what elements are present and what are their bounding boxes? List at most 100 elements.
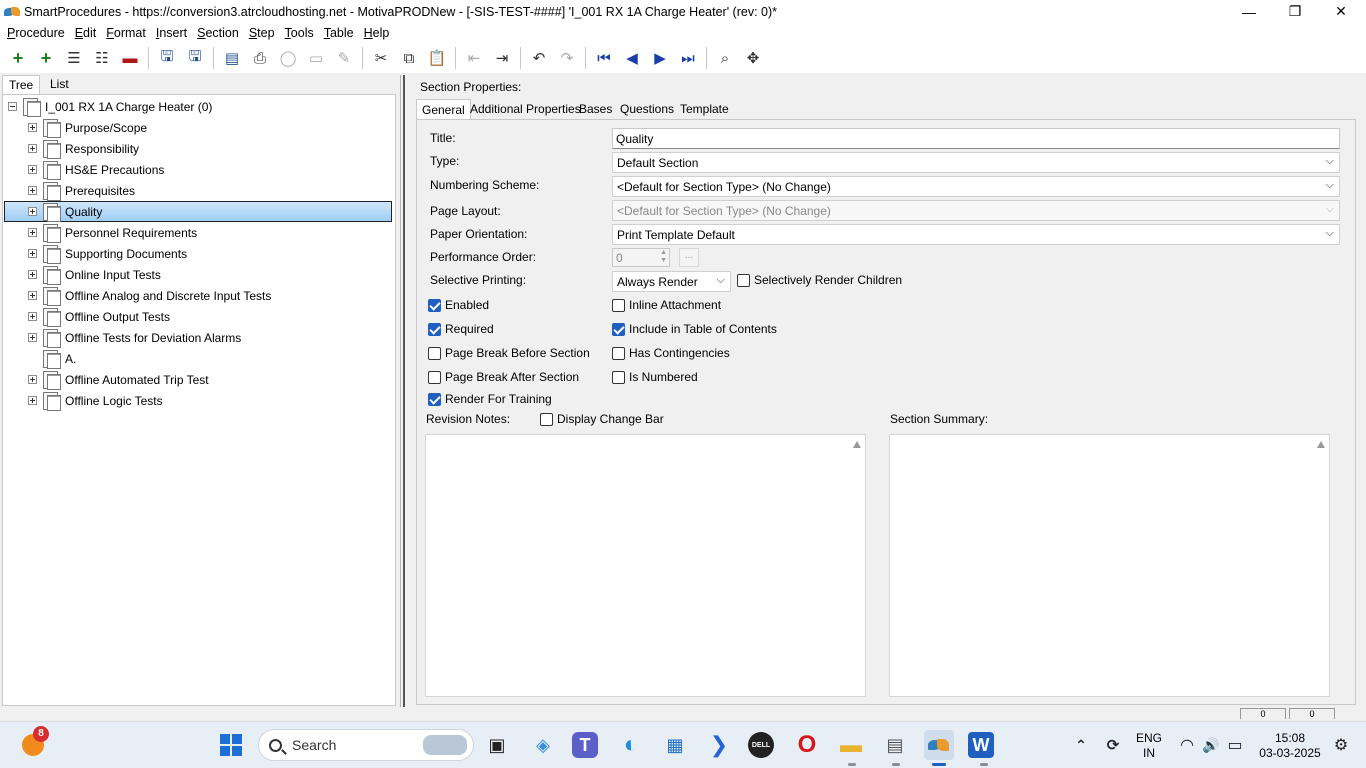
- expand-toggle-icon[interactable]: [28, 270, 37, 279]
- previous-icon[interactable]: ◀: [621, 47, 643, 69]
- chevron-up-icon[interactable]: ⌃: [1066, 730, 1096, 760]
- menu-table[interactable]: Table: [319, 26, 359, 40]
- checkbox-checked[interactable]: [428, 322, 441, 336]
- tree-item-supporting-documents[interactable]: Supporting Documents: [28, 243, 187, 264]
- checkbox-checked[interactable]: [612, 322, 625, 336]
- copilot-icon[interactable]: ◈: [528, 730, 558, 760]
- network-icon[interactable]: ⟳: [1098, 730, 1128, 760]
- selective-printing-select[interactable]: Always Render ⌵: [612, 271, 731, 292]
- tree-item-offline-analog-discrete[interactable]: Offline Analog and Discrete Input Tests: [28, 285, 271, 306]
- collapse-icon[interactable]: ☰: [63, 47, 85, 69]
- close-button[interactable]: ✕: [1318, 0, 1364, 23]
- tree-item-offline-logic-tests[interactable]: Offline Logic Tests: [28, 390, 163, 411]
- expand-toggle-icon[interactable]: [28, 291, 37, 300]
- remote-icon[interactable]: ❯: [704, 730, 734, 760]
- checkbox-unchecked[interactable]: [428, 370, 441, 384]
- tree-item-personnel-requirements[interactable]: Personnel Requirements: [28, 222, 197, 243]
- menu-section[interactable]: Section: [192, 26, 244, 40]
- page-break-after-checkbox[interactable]: Page Break After Section: [428, 370, 579, 384]
- type-select[interactable]: Default Section ⌵: [612, 152, 1340, 173]
- tree-item-responsibility[interactable]: Responsibility: [28, 138, 139, 159]
- save-icon[interactable]: 🖫: [184, 47, 206, 69]
- tree-root[interactable]: I_001 RX 1A Charge Heater (0): [8, 96, 212, 117]
- menu-insert[interactable]: Insert: [151, 26, 192, 40]
- is-numbered-checkbox[interactable]: Is Numbered: [612, 370, 698, 384]
- smartprocedures-icon[interactable]: [924, 730, 954, 760]
- expand-toggle-icon[interactable]: [28, 375, 37, 384]
- copy-icon[interactable]: ⧉: [398, 47, 420, 69]
- render-for-training-checkbox[interactable]: Render For Training: [428, 392, 552, 406]
- taskbar-search[interactable]: Search: [258, 729, 474, 761]
- tree-item-offline-output-tests[interactable]: Offline Output Tests: [28, 306, 170, 327]
- print-icon[interactable]: ⎙: [249, 47, 271, 69]
- revision-notes-textarea[interactable]: [425, 434, 866, 697]
- checkbox-unchecked[interactable]: [428, 346, 441, 360]
- checkbox-unchecked[interactable]: [612, 346, 625, 360]
- expand-toggle-icon[interactable]: [28, 186, 37, 195]
- publish-icon[interactable]: ▤: [221, 47, 243, 69]
- contacts-icon[interactable]: ▤: [880, 730, 910, 760]
- teams-icon[interactable]: T: [572, 732, 598, 758]
- save-all-icon[interactable]: 🖫: [156, 47, 178, 69]
- last-icon[interactable]: ⏭: [677, 47, 699, 69]
- inline-attachment-checkbox[interactable]: Inline Attachment: [612, 298, 721, 312]
- opera-icon[interactable]: O: [792, 730, 822, 760]
- tab-tree[interactable]: Tree: [2, 75, 41, 95]
- maximize-button[interactable]: ❐: [1272, 0, 1318, 23]
- panel-splitter[interactable]: [398, 75, 408, 707]
- minimize-button[interactable]: —: [1226, 0, 1272, 23]
- tree-item-quality[interactable]: Quality: [28, 201, 102, 222]
- menu-edit[interactable]: Edit: [70, 26, 102, 40]
- add-icon[interactable]: +: [7, 47, 29, 69]
- file-explorer-icon[interactable]: ▬: [836, 730, 866, 760]
- find-icon[interactable]: ⌕: [714, 47, 736, 69]
- enabled-checkbox[interactable]: Enabled: [428, 298, 489, 312]
- expand-toggle-icon[interactable]: [28, 228, 37, 237]
- tab-bases[interactable]: Bases: [574, 99, 617, 119]
- scroll-up-icon[interactable]: [853, 441, 861, 448]
- checkbox-unchecked[interactable]: [737, 273, 750, 287]
- tree-item-hse-precautions[interactable]: HS&E Precautions: [28, 159, 164, 180]
- add-child-icon[interactable]: +: [35, 47, 57, 69]
- tree-item-a[interactable]: A.: [41, 348, 76, 369]
- checkbox-checked[interactable]: [428, 298, 441, 312]
- windows-start-icon[interactable]: [220, 734, 242, 756]
- expand-toggle-icon[interactable]: [28, 249, 37, 258]
- expand-toggle-icon[interactable]: [28, 312, 37, 321]
- first-icon[interactable]: ⏮: [593, 47, 615, 69]
- menu-help[interactable]: Help: [359, 26, 395, 40]
- expand-toggle-icon[interactable]: [28, 333, 37, 342]
- weather-icon[interactable]: 8: [18, 726, 49, 760]
- tab-questions[interactable]: Questions: [615, 99, 679, 119]
- checkbox-unchecked[interactable]: [612, 298, 625, 312]
- include-toc-checkbox[interactable]: Include in Table of Contents: [612, 322, 777, 336]
- checkbox-unchecked[interactable]: [540, 412, 553, 426]
- selectively-render-children-checkbox[interactable]: Selectively Render Children: [737, 273, 902, 287]
- page-break-before-checkbox[interactable]: Page Break Before Section: [428, 346, 590, 360]
- expand-toggle-icon[interactable]: [28, 207, 37, 216]
- word-icon[interactable]: W: [968, 732, 994, 758]
- store-icon[interactable]: ▦: [660, 730, 690, 760]
- collapse-toggle-icon[interactable]: [8, 102, 17, 111]
- tree-item-prerequisites[interactable]: Prerequisites: [28, 180, 135, 201]
- menu-tools[interactable]: Tools: [280, 26, 319, 40]
- section-summary-textarea[interactable]: [889, 434, 1330, 697]
- undo-icon[interactable]: ↶: [528, 47, 550, 69]
- tree-item-online-input-tests[interactable]: Online Input Tests: [28, 264, 161, 285]
- tree-item-offline-automated-trip[interactable]: Offline Automated Trip Test: [28, 369, 209, 390]
- tab-template[interactable]: Template: [675, 99, 734, 119]
- tab-general[interactable]: General: [416, 99, 471, 119]
- expand-toggle-icon[interactable]: [28, 165, 37, 174]
- checkbox-unchecked[interactable]: [612, 370, 625, 384]
- menu-procedure[interactable]: Procedure: [2, 26, 70, 40]
- dell-icon[interactable]: DELL: [748, 732, 774, 758]
- expand-icon[interactable]: ☷: [91, 47, 113, 69]
- battery-icon[interactable]: ▭: [1220, 730, 1250, 760]
- required-checkbox[interactable]: Required: [428, 322, 494, 336]
- tab-additional-properties[interactable]: Additional Properties: [465, 99, 586, 119]
- edge-icon[interactable]: ◐: [616, 730, 646, 760]
- paper-orientation-select[interactable]: Print Template Default ⌵: [612, 224, 1340, 245]
- menu-format[interactable]: Format: [101, 26, 151, 40]
- remove-icon[interactable]: ▬: [119, 47, 141, 69]
- clock[interactable]: 15:08 03-03-2025: [1258, 731, 1322, 761]
